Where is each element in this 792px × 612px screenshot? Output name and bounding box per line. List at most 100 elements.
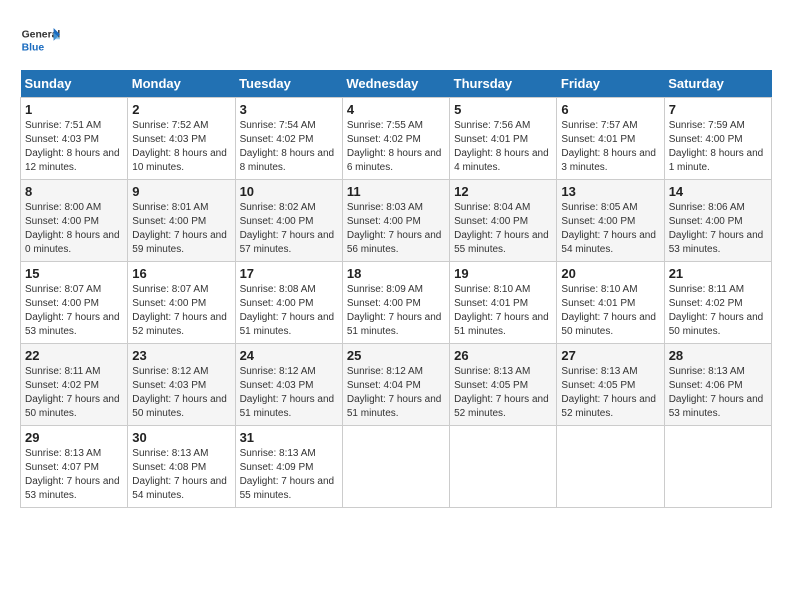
calendar-body: 1 Sunrise: 7:51 AM Sunset: 4:03 PM Dayli…: [21, 98, 772, 508]
day-info: Sunrise: 8:03 AM Sunset: 4:00 PM Dayligh…: [347, 201, 445, 257]
week-row-3: 15 Sunrise: 8:07 AM Sunset: 4:00 PM Dayl…: [21, 262, 772, 344]
week-row-2: 8 Sunrise: 8:00 AM Sunset: 4:00 PM Dayli…: [21, 180, 772, 262]
day-cell-26: 26 Sunrise: 8:13 AM Sunset: 4:05 PM Dayl…: [450, 344, 557, 426]
day-cell-6: 6 Sunrise: 7:57 AM Sunset: 4:01 PM Dayli…: [557, 98, 664, 180]
day-number: 13: [561, 184, 659, 199]
day-cell-2: 2 Sunrise: 7:52 AM Sunset: 4:03 PM Dayli…: [128, 98, 235, 180]
day-cell-20: 20 Sunrise: 8:10 AM Sunset: 4:01 PM Dayl…: [557, 262, 664, 344]
weekday-header-saturday: Saturday: [664, 70, 771, 98]
weekday-header-sunday: Sunday: [21, 70, 128, 98]
day-info: Sunrise: 8:12 AM Sunset: 4:03 PM Dayligh…: [240, 365, 338, 421]
day-info: Sunrise: 8:13 AM Sunset: 4:05 PM Dayligh…: [561, 365, 659, 421]
day-number: 21: [669, 266, 767, 281]
day-cell-7: 7 Sunrise: 7:59 AM Sunset: 4:00 PM Dayli…: [664, 98, 771, 180]
day-cell-28: 28 Sunrise: 8:13 AM Sunset: 4:06 PM Dayl…: [664, 344, 771, 426]
day-cell-9: 9 Sunrise: 8:01 AM Sunset: 4:00 PM Dayli…: [128, 180, 235, 262]
day-cell-4: 4 Sunrise: 7:55 AM Sunset: 4:02 PM Dayli…: [342, 98, 449, 180]
day-cell-3: 3 Sunrise: 7:54 AM Sunset: 4:02 PM Dayli…: [235, 98, 342, 180]
day-info: Sunrise: 7:52 AM Sunset: 4:03 PM Dayligh…: [132, 119, 230, 175]
day-cell-19: 19 Sunrise: 8:10 AM Sunset: 4:01 PM Dayl…: [450, 262, 557, 344]
week-row-5: 29 Sunrise: 8:13 AM Sunset: 4:07 PM Dayl…: [21, 426, 772, 508]
svg-text:Blue: Blue: [22, 42, 45, 53]
day-cell-30: 30 Sunrise: 8:13 AM Sunset: 4:08 PM Dayl…: [128, 426, 235, 508]
day-cell-8: 8 Sunrise: 8:00 AM Sunset: 4:00 PM Dayli…: [21, 180, 128, 262]
day-info: Sunrise: 8:13 AM Sunset: 4:07 PM Dayligh…: [25, 447, 123, 503]
day-number: 26: [454, 348, 552, 363]
week-row-4: 22 Sunrise: 8:11 AM Sunset: 4:02 PM Dayl…: [21, 344, 772, 426]
day-cell-21: 21 Sunrise: 8:11 AM Sunset: 4:02 PM Dayl…: [664, 262, 771, 344]
week-row-1: 1 Sunrise: 7:51 AM Sunset: 4:03 PM Dayli…: [21, 98, 772, 180]
day-info: Sunrise: 8:13 AM Sunset: 4:06 PM Dayligh…: [669, 365, 767, 421]
day-number: 20: [561, 266, 659, 281]
weekday-header-friday: Friday: [557, 70, 664, 98]
day-info: Sunrise: 7:56 AM Sunset: 4:01 PM Dayligh…: [454, 119, 552, 175]
day-info: Sunrise: 7:59 AM Sunset: 4:00 PM Dayligh…: [669, 119, 767, 175]
day-number: 1: [25, 102, 123, 117]
day-info: Sunrise: 8:09 AM Sunset: 4:00 PM Dayligh…: [347, 283, 445, 339]
day-cell-1: 1 Sunrise: 7:51 AM Sunset: 4:03 PM Dayli…: [21, 98, 128, 180]
empty-cell: [557, 426, 664, 508]
day-cell-12: 12 Sunrise: 8:04 AM Sunset: 4:00 PM Dayl…: [450, 180, 557, 262]
day-number: 22: [25, 348, 123, 363]
empty-cell: [450, 426, 557, 508]
calendar: SundayMondayTuesdayWednesdayThursdayFrid…: [20, 70, 772, 508]
day-cell-22: 22 Sunrise: 8:11 AM Sunset: 4:02 PM Dayl…: [21, 344, 128, 426]
day-number: 31: [240, 430, 338, 445]
day-info: Sunrise: 8:10 AM Sunset: 4:01 PM Dayligh…: [561, 283, 659, 339]
day-info: Sunrise: 7:51 AM Sunset: 4:03 PM Dayligh…: [25, 119, 123, 175]
day-cell-25: 25 Sunrise: 8:12 AM Sunset: 4:04 PM Dayl…: [342, 344, 449, 426]
day-number: 6: [561, 102, 659, 117]
day-info: Sunrise: 7:55 AM Sunset: 4:02 PM Dayligh…: [347, 119, 445, 175]
day-cell-29: 29 Sunrise: 8:13 AM Sunset: 4:07 PM Dayl…: [21, 426, 128, 508]
day-info: Sunrise: 8:05 AM Sunset: 4:00 PM Dayligh…: [561, 201, 659, 257]
empty-cell: [342, 426, 449, 508]
day-number: 4: [347, 102, 445, 117]
day-number: 5: [454, 102, 552, 117]
day-number: 29: [25, 430, 123, 445]
day-number: 3: [240, 102, 338, 117]
day-number: 7: [669, 102, 767, 117]
day-info: Sunrise: 8:07 AM Sunset: 4:00 PM Dayligh…: [132, 283, 230, 339]
day-info: Sunrise: 8:11 AM Sunset: 4:02 PM Dayligh…: [669, 283, 767, 339]
day-info: Sunrise: 8:08 AM Sunset: 4:00 PM Dayligh…: [240, 283, 338, 339]
day-info: Sunrise: 8:12 AM Sunset: 4:03 PM Dayligh…: [132, 365, 230, 421]
day-number: 23: [132, 348, 230, 363]
day-info: Sunrise: 8:04 AM Sunset: 4:00 PM Dayligh…: [454, 201, 552, 257]
day-number: 9: [132, 184, 230, 199]
day-info: Sunrise: 7:54 AM Sunset: 4:02 PM Dayligh…: [240, 119, 338, 175]
day-number: 2: [132, 102, 230, 117]
day-number: 11: [347, 184, 445, 199]
day-cell-11: 11 Sunrise: 8:03 AM Sunset: 4:00 PM Dayl…: [342, 180, 449, 262]
day-number: 30: [132, 430, 230, 445]
day-cell-17: 17 Sunrise: 8:08 AM Sunset: 4:00 PM Dayl…: [235, 262, 342, 344]
day-number: 8: [25, 184, 123, 199]
weekday-header-row: SundayMondayTuesdayWednesdayThursdayFrid…: [21, 70, 772, 98]
day-cell-24: 24 Sunrise: 8:12 AM Sunset: 4:03 PM Dayl…: [235, 344, 342, 426]
day-cell-14: 14 Sunrise: 8:06 AM Sunset: 4:00 PM Dayl…: [664, 180, 771, 262]
day-number: 24: [240, 348, 338, 363]
logo: General Blue: [20, 20, 60, 60]
day-number: 18: [347, 266, 445, 281]
day-cell-31: 31 Sunrise: 8:13 AM Sunset: 4:09 PM Dayl…: [235, 426, 342, 508]
header: General Blue: [20, 20, 772, 60]
day-number: 19: [454, 266, 552, 281]
day-cell-23: 23 Sunrise: 8:12 AM Sunset: 4:03 PM Dayl…: [128, 344, 235, 426]
day-cell-18: 18 Sunrise: 8:09 AM Sunset: 4:00 PM Dayl…: [342, 262, 449, 344]
day-info: Sunrise: 8:10 AM Sunset: 4:01 PM Dayligh…: [454, 283, 552, 339]
weekday-header-wednesday: Wednesday: [342, 70, 449, 98]
day-info: Sunrise: 8:13 AM Sunset: 4:08 PM Dayligh…: [132, 447, 230, 503]
empty-cell: [664, 426, 771, 508]
day-info: Sunrise: 8:00 AM Sunset: 4:00 PM Dayligh…: [25, 201, 123, 257]
day-number: 17: [240, 266, 338, 281]
day-info: Sunrise: 7:57 AM Sunset: 4:01 PM Dayligh…: [561, 119, 659, 175]
day-info: Sunrise: 8:11 AM Sunset: 4:02 PM Dayligh…: [25, 365, 123, 421]
day-cell-15: 15 Sunrise: 8:07 AM Sunset: 4:00 PM Dayl…: [21, 262, 128, 344]
day-number: 15: [25, 266, 123, 281]
day-cell-5: 5 Sunrise: 7:56 AM Sunset: 4:01 PM Dayli…: [450, 98, 557, 180]
day-cell-13: 13 Sunrise: 8:05 AM Sunset: 4:00 PM Dayl…: [557, 180, 664, 262]
logo-icon: General Blue: [20, 20, 60, 60]
day-info: Sunrise: 8:12 AM Sunset: 4:04 PM Dayligh…: [347, 365, 445, 421]
day-number: 14: [669, 184, 767, 199]
day-number: 25: [347, 348, 445, 363]
day-number: 27: [561, 348, 659, 363]
